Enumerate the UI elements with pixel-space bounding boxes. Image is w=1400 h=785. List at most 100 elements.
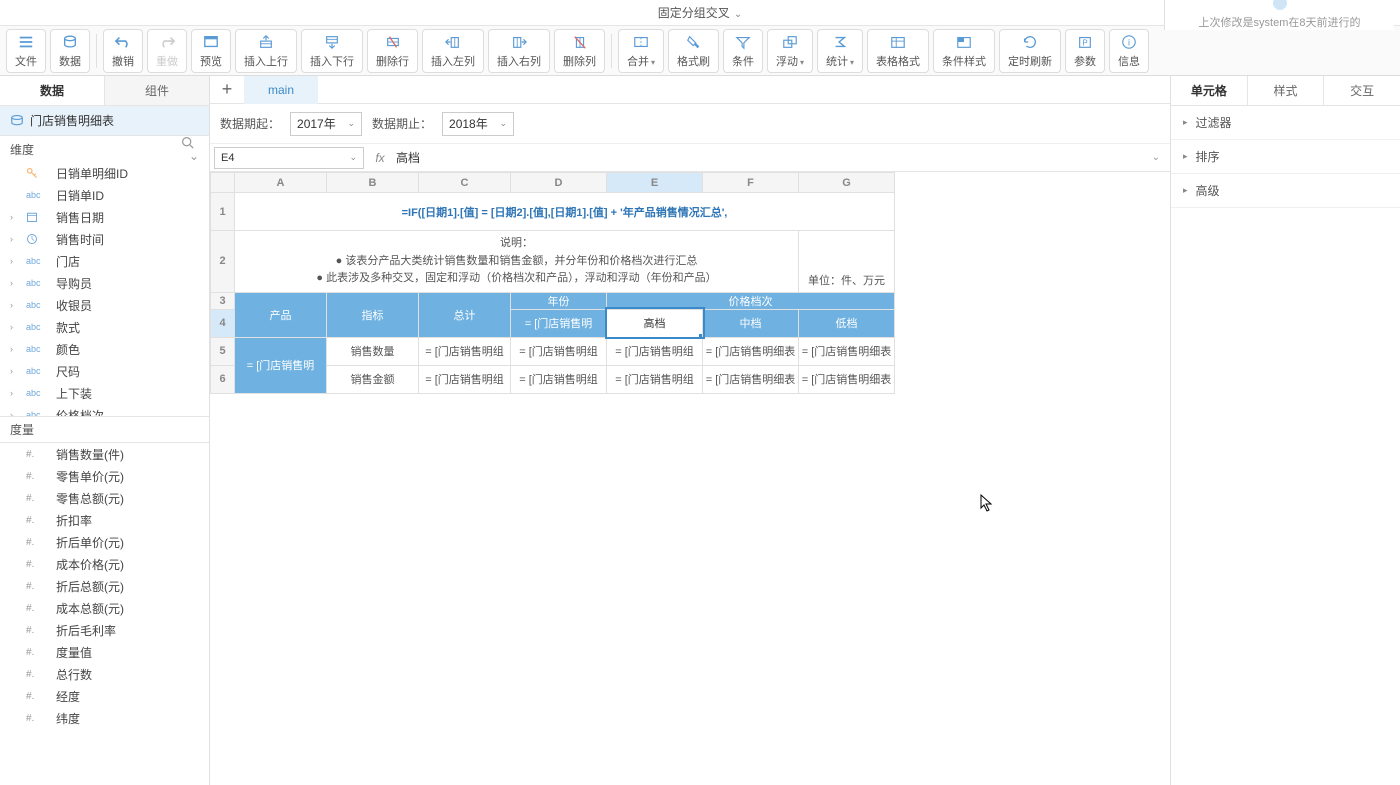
measure-field[interactable]: #.零售单价(元)	[0, 465, 209, 487]
dimension-field[interactable]: abc日销单ID	[0, 184, 209, 206]
toolbar-filter-button[interactable]: 条件	[723, 29, 763, 73]
measure-field[interactable]: #.折后毛利率	[0, 619, 209, 641]
data-cell[interactable]: = [门店销售明组	[511, 337, 607, 365]
data-cell[interactable]: = [门店销售明组	[419, 365, 511, 393]
dimension-field[interactable]: ›abc颜色	[0, 338, 209, 360]
measure-field[interactable]: #.总行数	[0, 663, 209, 685]
toolbar-redo-button[interactable]: 重做	[147, 29, 187, 73]
spreadsheet-grid[interactable]: A B C D E F G 1 =IF([日期1].[值] = [日期2].[值…	[210, 172, 1170, 785]
search-icon[interactable]	[181, 136, 199, 149]
dimension-field[interactable]: ›abc上下装	[0, 382, 209, 404]
toolbar-insert-right-button[interactable]: 插入右列	[488, 29, 550, 73]
right-section-过滤器[interactable]: ▸过滤器	[1171, 106, 1400, 140]
dimension-field[interactable]: ›abc价格档次	[0, 404, 209, 416]
measure-field[interactable]: #.折后单价(元)	[0, 531, 209, 553]
param-end-select[interactable]: 2018年⌄	[442, 112, 514, 136]
metric-cell[interactable]: 销售数量	[327, 337, 419, 365]
measure-field[interactable]: #.零售总额(元)	[0, 487, 209, 509]
measure-field[interactable]: #.成本价格(元)	[0, 553, 209, 575]
toolbar-tbl-fmt-button[interactable]: 表格格式	[867, 29, 929, 73]
data-cell[interactable]: = [门店销售明细表	[799, 365, 895, 393]
dimension-field[interactable]: 日销单明细ID	[0, 162, 209, 184]
col-header[interactable]: D	[511, 173, 607, 193]
data-cell[interactable]: = [门店销售明细表	[703, 337, 799, 365]
right-section-排序[interactable]: ▸排序	[1171, 140, 1400, 174]
tab-style[interactable]: 样式	[1247, 76, 1324, 105]
toolbar-info-button[interactable]: i信息	[1109, 29, 1149, 73]
data-cell[interactable]: = [门店销售明组	[607, 337, 703, 365]
col-header[interactable]: A	[235, 173, 327, 193]
header-year-sub[interactable]: = [门店销售明	[511, 309, 607, 337]
expand-formula-icon[interactable]: ⌄	[1152, 152, 1166, 163]
toolbar-menu-button[interactable]: 文件	[6, 29, 46, 73]
header-year[interactable]: 年份	[511, 292, 607, 309]
header-price-level[interactable]: 价格档次	[607, 292, 895, 309]
measure-field[interactable]: #.折后总额(元)	[0, 575, 209, 597]
row-header[interactable]: 6	[211, 365, 235, 393]
formula-input[interactable]: 高档	[396, 149, 1146, 166]
document-title[interactable]: 固定分组交叉⌄	[658, 4, 742, 21]
toolbar-sum-button[interactable]: 统计▾	[817, 29, 863, 73]
add-sheet-button[interactable]: +	[210, 76, 244, 104]
data-cell[interactable]: = [门店销售明组	[419, 337, 511, 365]
tab-components[interactable]: 组件	[104, 76, 209, 105]
header-low[interactable]: 低档	[799, 309, 895, 337]
right-section-高级[interactable]: ▸高级	[1171, 174, 1400, 208]
corner-cell[interactable]	[211, 173, 235, 193]
tab-cell[interactable]: 单元格	[1171, 76, 1247, 105]
tab-interact[interactable]: 交互	[1323, 76, 1400, 105]
dimension-field[interactable]: ›销售日期	[0, 206, 209, 228]
toolbar-merge-button[interactable]: 合并▾	[618, 29, 664, 73]
dimension-field[interactable]: ›abc收银员	[0, 294, 209, 316]
toolbar-insert-left-button[interactable]: 插入左列	[422, 29, 484, 73]
col-header[interactable]: G	[799, 173, 895, 193]
metric-cell[interactable]: 销售金额	[327, 365, 419, 393]
col-header[interactable]: F	[703, 173, 799, 193]
toolbar-brush-button[interactable]: 格式刷	[668, 29, 719, 73]
row-header[interactable]: 1	[211, 193, 235, 231]
row-header[interactable]: 3	[211, 292, 235, 309]
data-cell[interactable]: = [门店销售明组	[607, 365, 703, 393]
dimension-field[interactable]: ›abc导购员	[0, 272, 209, 294]
description-cell[interactable]: 说明： ● 该表分产品大类统计销售数量和销售金额，并分年份和价格档次进行汇总 ●…	[235, 231, 799, 293]
fx-icon[interactable]: fx	[370, 151, 390, 165]
toolbar-refresh-button[interactable]: 定时刷新	[999, 29, 1061, 73]
toolbar-del-row-button[interactable]: 删除行	[367, 29, 418, 73]
toolbar-db-button[interactable]: 数据	[50, 29, 90, 73]
toolbar-cond-style-button[interactable]: 条件样式	[933, 29, 995, 73]
measure-field[interactable]: #.折扣率	[0, 509, 209, 531]
col-header[interactable]: E	[607, 173, 703, 193]
chevron-down-icon[interactable]: ⌄	[189, 149, 199, 163]
datasource-item[interactable]: 门店销售明细表	[0, 106, 209, 136]
sheet-tab-main[interactable]: main	[244, 76, 318, 104]
toolbar-undo-button[interactable]: 撤销	[103, 29, 143, 73]
toolbar-insert-down-button[interactable]: 插入下行	[301, 29, 363, 73]
param-start-select[interactable]: 2017年⌄	[290, 112, 362, 136]
header-total[interactable]: 总计	[419, 292, 511, 337]
title-formula-cell[interactable]: =IF([日期1].[值] = [日期2].[值],[日期1].[值] + '年…	[235, 193, 895, 231]
header-mid[interactable]: 中档	[703, 309, 799, 337]
name-box[interactable]: E4⌄	[214, 147, 364, 169]
row-header[interactable]: 4	[211, 309, 235, 337]
dimension-field[interactable]: ›销售时间	[0, 228, 209, 250]
row-header[interactable]: 5	[211, 337, 235, 365]
data-cell[interactable]: = [门店销售明组	[511, 365, 607, 393]
toolbar-param-button[interactable]: P参数	[1065, 29, 1105, 73]
row-header[interactable]: 2	[211, 231, 235, 293]
header-product[interactable]: 产品	[235, 292, 327, 337]
unit-cell[interactable]: 单位：件、万元	[799, 231, 895, 293]
col-header[interactable]: B	[327, 173, 419, 193]
selected-cell-high[interactable]: 高档	[607, 309, 703, 337]
product-cell[interactable]: = [门店销售明	[235, 337, 327, 393]
toolbar-float-button[interactable]: 浮动▾	[767, 29, 813, 73]
measure-field[interactable]: #.纬度	[0, 707, 209, 729]
dimension-field[interactable]: ›abc款式	[0, 316, 209, 338]
toolbar-preview-button[interactable]: 预览	[191, 29, 231, 73]
dimension-field[interactable]: ›abc门店	[0, 250, 209, 272]
measure-field[interactable]: #.销售数量(件)	[0, 443, 209, 465]
dimension-field[interactable]: ›abc尺码	[0, 360, 209, 382]
measure-field[interactable]: #.成本总额(元)	[0, 597, 209, 619]
tab-data[interactable]: 数据	[0, 76, 104, 105]
header-metric[interactable]: 指标	[327, 292, 419, 337]
toolbar-insert-up-button[interactable]: 插入上行	[235, 29, 297, 73]
